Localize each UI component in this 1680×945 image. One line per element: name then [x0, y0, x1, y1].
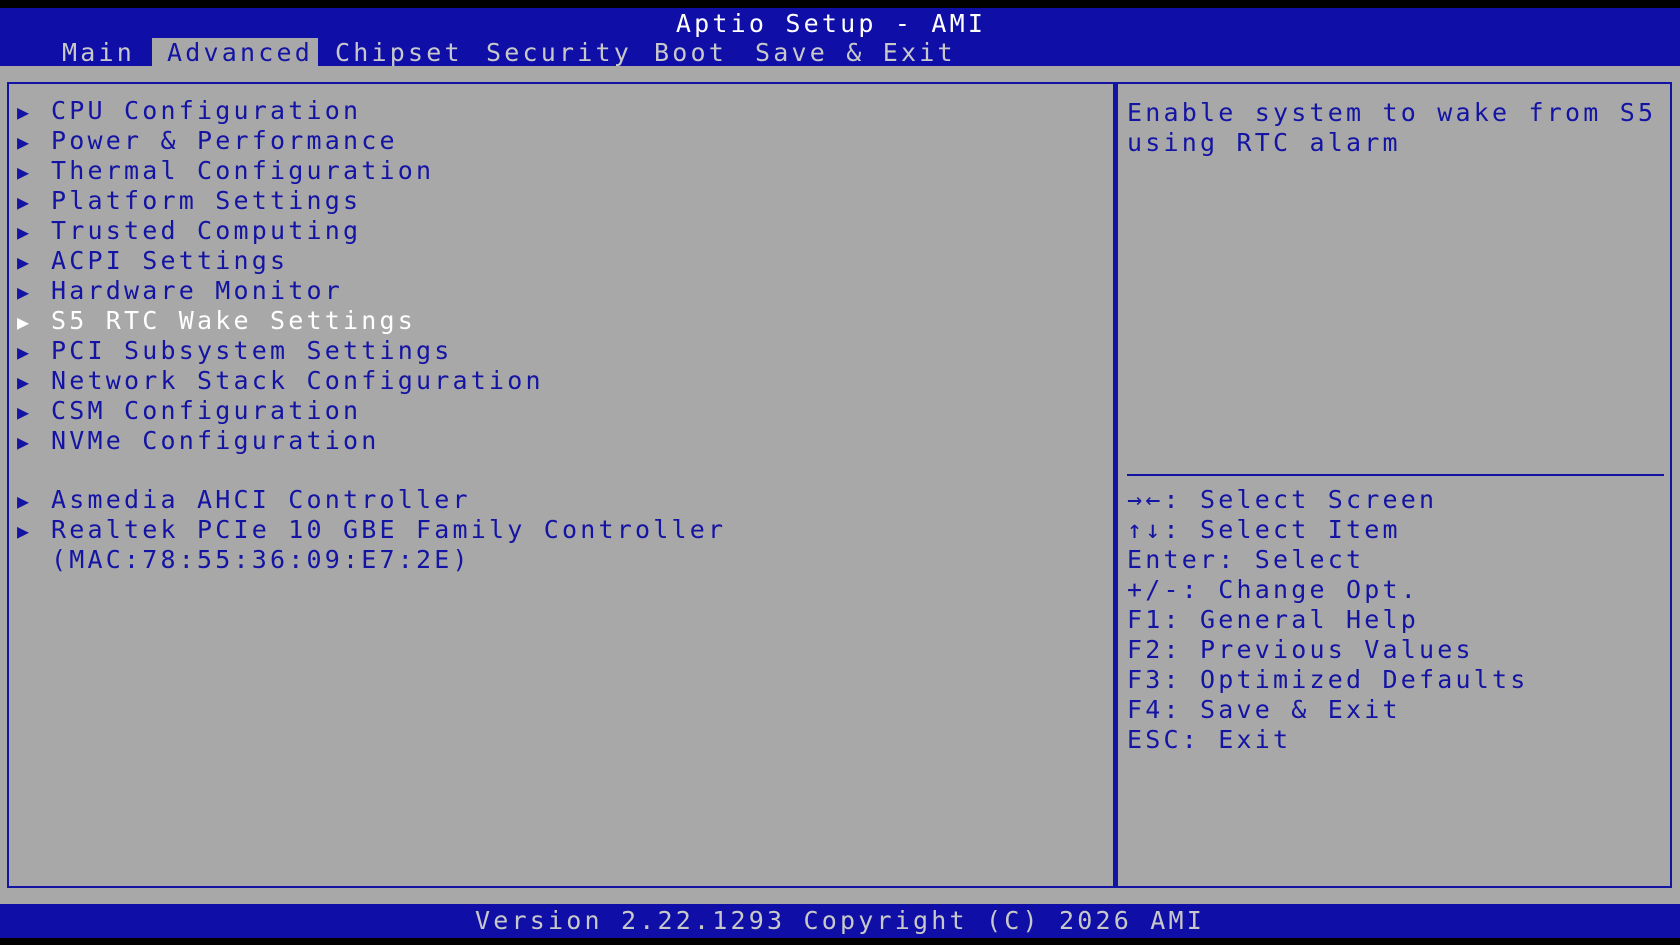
menu-item-nvme-configuration[interactable]: ▶ NVMe Configuration [17, 426, 380, 456]
menu-item-label: Asmedia AHCI Controller [51, 485, 471, 514]
menu-item-label: S5 RTC Wake Settings [51, 306, 417, 335]
bottom-border [0, 938, 1680, 945]
key-help-esc: ESC: Exit [1127, 725, 1292, 754]
tab-save-exit[interactable]: Save & Exit [751, 38, 960, 68]
triangle-right-icon: ▶ [17, 190, 30, 214]
setup-body: ▶ CPU Configuration ▶ Power & Performance … [0, 66, 1680, 904]
menu-item-asmedia-ahci-controller[interactable]: ▶ Asmedia AHCI Controller [17, 485, 471, 515]
menu-item-acpi-settings[interactable]: ▶ ACPI Settings [17, 246, 288, 276]
tab-chipset[interactable]: Chipset [331, 38, 467, 68]
tab-security-label: Security [486, 38, 633, 67]
tab-boot[interactable]: Boot [650, 38, 731, 68]
menu-item-label: Platform Settings [51, 186, 362, 215]
triangle-right-icon: ▶ [17, 430, 30, 454]
key-help-f1: F1: General Help [1127, 605, 1420, 634]
menu-item-s5-rtc-wake-settings[interactable]: ▶ S5 RTC Wake Settings [17, 306, 416, 336]
key-help-change-opt: +/-: Change Opt. [1127, 575, 1420, 604]
tab-boot-label: Boot [654, 38, 728, 67]
menu-item-power-performance[interactable]: ▶ Power & Performance [17, 126, 398, 156]
triangle-right-icon: ▶ [17, 310, 30, 334]
triangle-right-icon: ▶ [17, 519, 30, 543]
title-bar: Aptio Setup - AMI Main Advanced Chipset … [0, 8, 1680, 68]
menu-item-thermal-configuration[interactable]: ▶ Thermal Configuration [17, 156, 434, 186]
key-help-select-screen: →←: Select Screen [1127, 485, 1438, 514]
triangle-right-icon: ▶ [17, 280, 30, 304]
key-help-select-item: ↑↓: Select Item [1127, 515, 1401, 544]
menu-item-network-stack-configuration[interactable]: ▶ Network Stack Configuration [17, 366, 544, 396]
menu-item-pci-subsystem-settings[interactable]: ▶ PCI Subsystem Settings [17, 336, 453, 366]
help-description: Enable system to wake from S5 using RTC … [1127, 98, 1675, 157]
bios-screen: Aptio Setup - AMI Main Advanced Chipset … [0, 0, 1680, 945]
menu-item-label: Realtek PCIe 10 GBE Family Controller [51, 515, 727, 544]
menu-item-label: Power & Performance [51, 126, 398, 155]
menu-item-realtek-controller[interactable]: ▶ Realtek PCIe 10 GBE Family Controller [17, 515, 726, 545]
triangle-right-icon: ▶ [17, 400, 30, 424]
menu-item-csm-configuration[interactable]: ▶ CSM Configuration [17, 396, 361, 426]
menu-item-hardware-monitor[interactable]: ▶ Hardware Monitor [17, 276, 343, 306]
help-pane: Enable system to wake from S5 using RTC … [1115, 82, 1672, 888]
triangle-right-icon: ▶ [17, 370, 30, 394]
app-title: Aptio Setup - AMI [675, 9, 987, 38]
menu-item-label: ACPI Settings [51, 246, 289, 275]
key-help-f4: F4: Save & Exit [1127, 695, 1401, 724]
version-footer: Version 2.22.1293 Copyright (C) 2026 AMI [0, 904, 1680, 938]
triangle-right-icon: ▶ [17, 220, 30, 244]
key-help-enter: Enter: Select [1127, 545, 1365, 574]
top-border [0, 0, 1680, 8]
help-divider [1127, 474, 1664, 476]
triangle-right-icon: ▶ [17, 250, 30, 274]
menu-item-label: CSM Configuration [51, 396, 362, 425]
menu-item-label: Thermal Configuration [51, 156, 435, 185]
menu-item-label: NVMe Configuration [51, 426, 380, 455]
triangle-right-icon: ▶ [17, 130, 30, 154]
tab-main[interactable]: Main [58, 38, 139, 68]
key-help-f2: F2: Previous Values [1127, 635, 1474, 664]
menu-item-label: Network Stack Configuration [51, 366, 544, 395]
menu-item-label: Hardware Monitor [51, 276, 344, 305]
tab-chipset-label: Chipset [335, 38, 463, 67]
key-help-f3: F3: Optimized Defaults [1127, 665, 1529, 694]
tab-save-exit-label: Save & Exit [755, 38, 956, 67]
menu-item-trusted-computing[interactable]: ▶ Trusted Computing [17, 216, 361, 246]
triangle-right-icon: ▶ [17, 340, 30, 364]
menu-item-label: Trusted Computing [51, 216, 362, 245]
tab-security[interactable]: Security [482, 38, 636, 68]
menu-item-cpu-configuration[interactable]: ▶ CPU Configuration [17, 96, 361, 126]
triangle-right-icon: ▶ [17, 100, 30, 124]
triangle-right-icon: ▶ [17, 489, 30, 513]
menu-item-label: PCI Subsystem Settings [51, 336, 453, 365]
menu-item-realtek-mac: (MAC:78:55:36:09:E7:2E) [51, 545, 471, 574]
tab-advanced[interactable]: Advanced [152, 38, 318, 68]
triangle-right-icon: ▶ [17, 160, 30, 184]
menu-item-platform-settings[interactable]: ▶ Platform Settings [17, 186, 361, 216]
menu-pane: ▶ CPU Configuration ▶ Power & Performance … [7, 82, 1115, 888]
tab-advanced-label: Advanced [167, 38, 314, 67]
menu-item-label: CPU Configuration [51, 96, 362, 125]
tab-main-label: Main [62, 38, 136, 67]
